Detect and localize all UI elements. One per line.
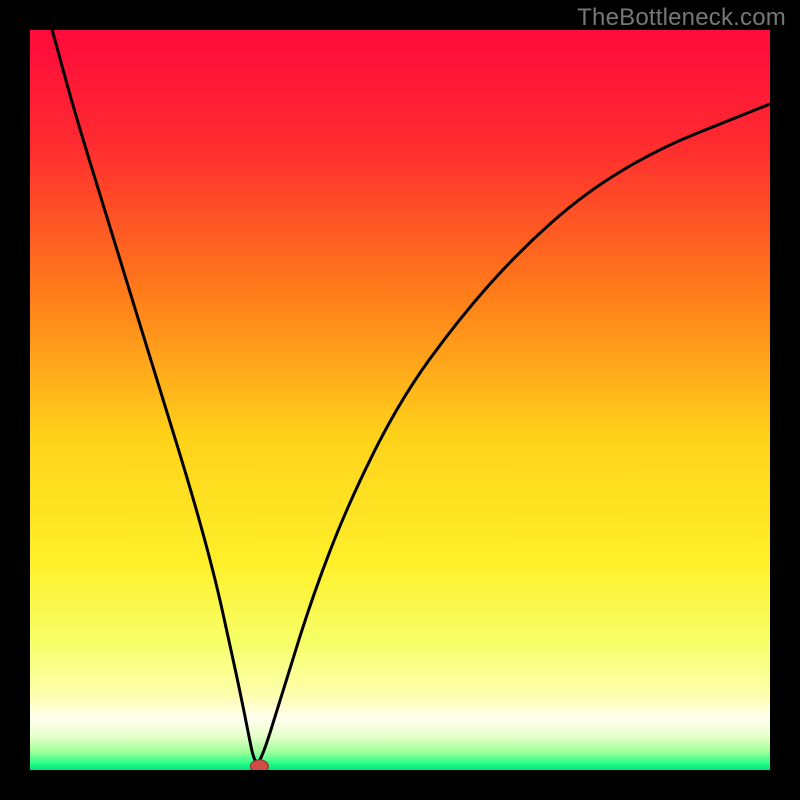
plot-area [30, 30, 770, 770]
chart-frame: TheBottleneck.com [0, 0, 800, 800]
watermark-text: TheBottleneck.com [577, 4, 786, 32]
bottleneck-chart [30, 30, 770, 770]
gradient-background [30, 30, 770, 770]
optimal-point-marker [250, 760, 268, 770]
